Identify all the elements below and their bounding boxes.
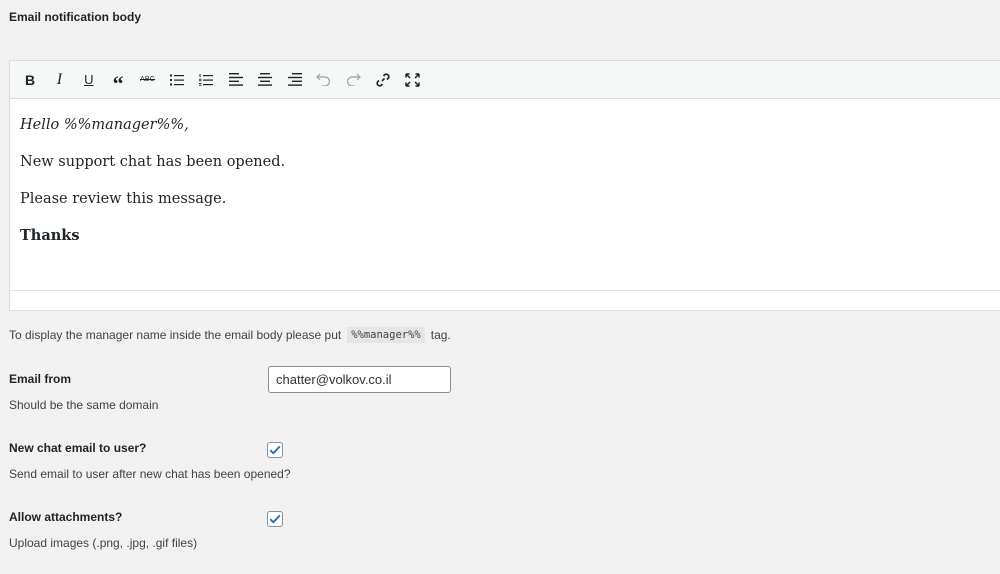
underline-button[interactable]: U [77, 68, 101, 92]
email-from-description: Should be the same domain [9, 398, 159, 412]
editor-status-bar [10, 290, 1000, 310]
new-chat-email-checkbox[interactable] [267, 442, 283, 458]
bold-icon: B [24, 71, 36, 88]
manager-tag-hint: To display the manager name inside the e… [9, 327, 451, 343]
italic-icon: I [56, 70, 63, 88]
new-chat-email-description: Send email to user after new chat has be… [9, 467, 291, 481]
strikethrough-button[interactable]: ABC [136, 68, 160, 92]
editor-line-notice: New support chat has been opened. [20, 154, 286, 170]
redo-button[interactable] [341, 68, 365, 92]
editor-content[interactable]: Hello %%manager%%, New support chat has … [10, 99, 1000, 246]
align-left-icon [228, 73, 243, 86]
align-right-button[interactable] [283, 68, 307, 92]
link-icon [376, 72, 390, 87]
undo-icon [316, 73, 331, 86]
allow-attachments-label: Allow attachments? [9, 510, 123, 524]
align-center-icon [258, 73, 273, 86]
underline-icon: U [84, 72, 94, 87]
allow-attachments-checkbox[interactable] [267, 511, 283, 527]
manager-tag-code: %%manager%% [347, 327, 425, 343]
allow-attachments-description: Upload images (.png, .jpg, .gif files) [9, 536, 198, 550]
italic-button[interactable]: I [47, 68, 71, 92]
fullscreen-icon [404, 72, 420, 87]
editor-toolbar: B I U “ ABC [10, 61, 1000, 99]
link-button[interactable] [371, 68, 395, 92]
editor-line-greeting: Hello %%manager%%, [20, 117, 189, 133]
align-right-icon [287, 73, 302, 86]
hint-text: To display the manager name inside the e… [9, 328, 342, 342]
fullscreen-button[interactable] [400, 68, 424, 92]
undo-button[interactable] [312, 68, 336, 92]
section-title: Email notification body [9, 10, 142, 24]
numbered-list-button[interactable] [194, 68, 218, 92]
strikethrough-icon: ABC [140, 76, 156, 83]
editor-line-thanks: Thanks [20, 227, 80, 244]
bulleted-list-icon [169, 74, 184, 85]
rich-text-editor[interactable]: B I U “ ABC Hello %%manager%%, New suppo… [9, 60, 1000, 311]
numbered-list-icon [199, 73, 214, 86]
bold-button[interactable]: B [18, 68, 42, 92]
checkmark-icon [269, 514, 281, 524]
email-from-input[interactable] [268, 366, 451, 393]
checkmark-icon [269, 445, 281, 455]
align-center-button[interactable] [253, 68, 277, 92]
email-from-label: Email from [9, 372, 72, 386]
align-left-button[interactable] [224, 68, 248, 92]
bulleted-list-button[interactable] [165, 68, 189, 92]
hint-suffix: tag. [430, 328, 451, 342]
editor-line-review: Please review this message. [20, 191, 227, 207]
redo-icon [346, 73, 361, 86]
new-chat-email-label: New chat email to user? [9, 441, 147, 455]
quote-icon: “ [112, 70, 124, 96]
blockquote-button[interactable]: “ [106, 68, 130, 96]
